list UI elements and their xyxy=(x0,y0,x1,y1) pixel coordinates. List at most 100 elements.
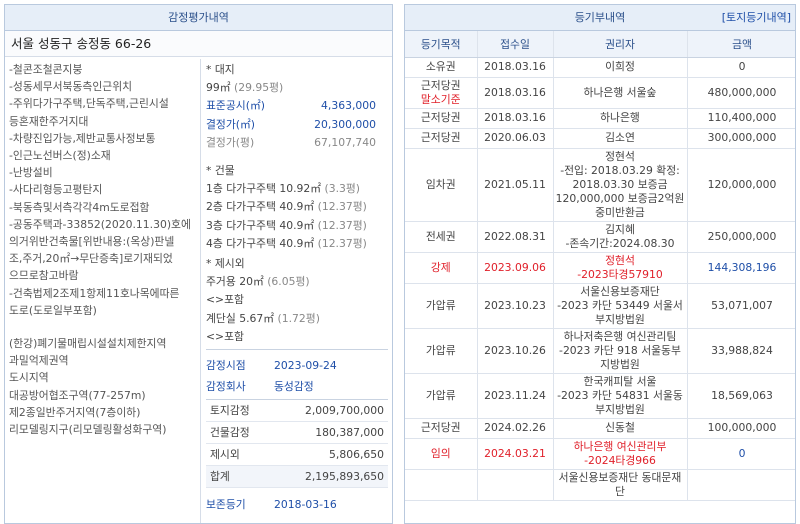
purpose-text: 강제 xyxy=(430,260,451,274)
amount-cell: 120,000,000 xyxy=(687,148,795,222)
registry-row: 근저당권 2020.06.03 김소연 300,000,000 xyxy=(405,128,795,149)
holder-text: 한국캐피탈 서울 -2023 카단 54831 서울동부지방법원 xyxy=(557,374,683,416)
holder-cell: 이희정 xyxy=(553,57,688,78)
note-line: 의거위반건축물[위반내용:(옥상)판넬 xyxy=(9,235,175,249)
date-cell: 2022.08.31 xyxy=(477,221,554,253)
holder-cell: 서울신용보증재단 -2023 카단 53449 서울서부지방법원 xyxy=(553,283,688,329)
note-line: -난방설비 xyxy=(9,166,53,180)
floor-label: 4층 다가구주택 40.9㎡ xyxy=(206,236,315,250)
note-line: 등혼재한주거지대 xyxy=(9,114,89,128)
note-line: -북동측및서측각각4m도로접함 xyxy=(9,200,150,214)
note-line: 조,주거,20㎡→무단증축]로기재되었 xyxy=(9,252,173,266)
floor-row: 2층 다가구주택 40.9㎡ (12.37평) xyxy=(206,198,388,216)
excluded-label: <>포함 xyxy=(206,329,244,343)
registry-table: 등기목적 접수일 권리자 금액 소유권 2018.03.16 이희정 0 근저당권 말소기… xyxy=(405,31,795,501)
amount-cell: 250,000,000 xyxy=(687,221,795,253)
purpose-text: 근저당권 xyxy=(420,78,461,92)
excluded-row: 계단실 5.67㎡ (1.72평) xyxy=(206,310,388,328)
col-amount: 금액 xyxy=(687,31,795,58)
date-cell: 2023.10.23 xyxy=(477,283,554,329)
appraisal-price-row: 결정가(㎡) 20,300,000 xyxy=(206,117,376,131)
floor-label: 3층 다가구주택 40.9㎡ xyxy=(206,218,315,232)
amount-cell: 18,569,063 xyxy=(687,373,795,419)
purpose-text: 임의 xyxy=(430,446,451,460)
registry-row: 가압류 2023.11.24 한국캐피탈 서울 -2023 카단 54831 서울동… xyxy=(405,373,795,419)
building-heading: * 건물 xyxy=(206,164,235,178)
note-line: (한강)폐기물매립시설설치제한지역 xyxy=(9,337,167,351)
appraisal-date-row: 감정시점 2023-09-24 xyxy=(206,359,337,373)
date-cell: 2023.11.24 xyxy=(477,373,554,419)
holder-text: 서울신용보증재단 동대문재단 xyxy=(558,470,682,498)
appraiser-row: 감정회사 동성감정 xyxy=(206,380,314,394)
holder-cell: 한국캐피탈 서울 -2023 카단 54831 서울동부지방법원 xyxy=(553,373,688,419)
excluded-items: 주거용 20㎡ (6.05평) <>포함 계단실 5.67㎡ (1.72평) <>포함 xyxy=(206,273,388,346)
appraisal-panel: 감정평가내역 서울 성동구 송정동 66-26 -철콘조철콘지붕 -성동세무서북동… xyxy=(4,4,393,524)
excluded-heading: * 제시외 xyxy=(206,257,245,271)
date-cell: 2023.09.06 xyxy=(477,252,554,284)
excluded-row: <>포함 xyxy=(206,291,388,309)
note-line: 도시지역 xyxy=(9,371,49,385)
holder-cell: 하나저축은행 여신관리팀 -2023 카단 918 서울동부지방법원 xyxy=(553,328,688,374)
value-row: 합계 2,195,893,650 xyxy=(206,466,388,489)
value-amount: 2,195,893,650 xyxy=(305,470,384,484)
note-line: 리모델링지구(리모델링활성화구역) xyxy=(9,423,167,437)
floor-label: 2층 다가구주택 40.9㎡ xyxy=(206,200,315,214)
date-cell: 2023.10.26 xyxy=(477,328,554,374)
floor-row: 1층 다가구주택 10.92㎡ (3.3평) xyxy=(206,180,388,198)
baseline-badge: 말소기준 xyxy=(420,92,461,106)
amount-cell: 300,000,000 xyxy=(687,128,795,149)
official-price-row: 표준공시(㎡) 4,363,000 xyxy=(206,99,376,113)
note-line: -성동세무서북동측인근위치 xyxy=(9,80,133,94)
value-row: 건물감정 180,387,000 xyxy=(206,422,388,445)
purpose-text: 가압류 xyxy=(425,298,456,312)
amount-cell: 0 xyxy=(687,57,795,78)
floor-pyeong: (12.37평) xyxy=(317,200,367,214)
note-line: 도로(도로일부포함) xyxy=(9,303,97,317)
amount-cell: 100,000,000 xyxy=(687,418,795,439)
note-line: 으므로참고바람 xyxy=(9,269,79,283)
purpose-text: 근저당권 xyxy=(420,131,461,144)
value-label: 건물감정 xyxy=(210,426,250,440)
holder-text: 서울신용보증재단 -2023 카단 53449 서울서부지방법원 xyxy=(557,284,683,326)
registry-row: 근저당권 2024.02.26 신동철 100,000,000 xyxy=(405,418,795,439)
holder-text: 하나은행 서울숲 xyxy=(583,85,657,99)
holder-cell: 정현석 -전입: 2018.03.29 확정: 2018.03.30 보증금 1… xyxy=(553,148,688,222)
purpose-cell: 강제 xyxy=(405,252,478,284)
date-cell: 2021.05.11 xyxy=(477,148,554,222)
purpose-cell: 근저당권 xyxy=(405,418,478,439)
excluded-label: 계단실 5.67㎡ xyxy=(206,311,275,325)
registry-row: 서울신용보증재단 동대문재단 xyxy=(405,469,795,501)
value-row: 제시외 5,806,650 xyxy=(206,444,388,467)
date-cell: 2024.02.26 xyxy=(477,418,554,439)
purpose-cell xyxy=(405,469,478,501)
amount-cell: 0 xyxy=(687,438,795,470)
col-holder: 권리자 xyxy=(553,31,688,58)
amount-cell: 53,071,007 xyxy=(687,283,795,329)
holder-text: 하나은행 xyxy=(600,111,640,124)
date-cell: 2018.03.16 xyxy=(477,108,554,129)
purpose-text: 가압류 xyxy=(425,388,456,402)
registry-row: 강제 2023.09.06 정현석 -2023타경57910 144,308,196 xyxy=(405,252,795,284)
appraisal-values-table: 토지감정 2,009,700,000 건물감정 180,387,000 제시외 5,806… xyxy=(206,399,388,489)
registry-row: 가압류 2023.10.26 하나저축은행 여신관리팀 -2023 카단 918 서… xyxy=(405,328,795,374)
purpose-cell: 가압류 xyxy=(405,328,478,374)
registry-row: 소유권 2018.03.16 이희정 0 xyxy=(405,57,795,78)
property-notes: -철콘조철콘지붕 -성동세무서북동측인근위치 -주위다가구주택,단독주택,근린시설 등… xyxy=(5,59,201,523)
holder-text: 하나은행 여신관리부 -2024타경966 xyxy=(573,439,667,467)
purpose-text: 소유권 xyxy=(425,60,456,73)
date-cell: 2020.06.03 xyxy=(477,128,554,149)
floor-pyeong: (12.37평) xyxy=(317,236,367,250)
appraisal-panel-title: 감정평가내역 xyxy=(5,5,392,31)
appraisal-details: * 대지 99㎡ (29.95평) 표준공시(㎡) 4,363,000 결정가(… xyxy=(202,59,392,523)
holder-text: 이희정 xyxy=(605,60,635,73)
excluded-label: 주거용 20㎡ xyxy=(206,275,264,289)
purpose-text: 임차권 xyxy=(425,177,456,191)
purpose-cell: 가압류 xyxy=(405,373,478,419)
purpose-cell: 임의 xyxy=(405,438,478,470)
amount-cell: 480,000,000 xyxy=(687,77,795,109)
amount-cell xyxy=(687,469,795,501)
holder-cell: 서울신용보증재단 동대문재단 xyxy=(553,469,688,501)
note-line: 과밀억제권역 xyxy=(9,354,69,368)
col-purpose: 등기목적 xyxy=(405,31,478,58)
land-register-link[interactable]: [토지등기내역] xyxy=(722,5,791,30)
